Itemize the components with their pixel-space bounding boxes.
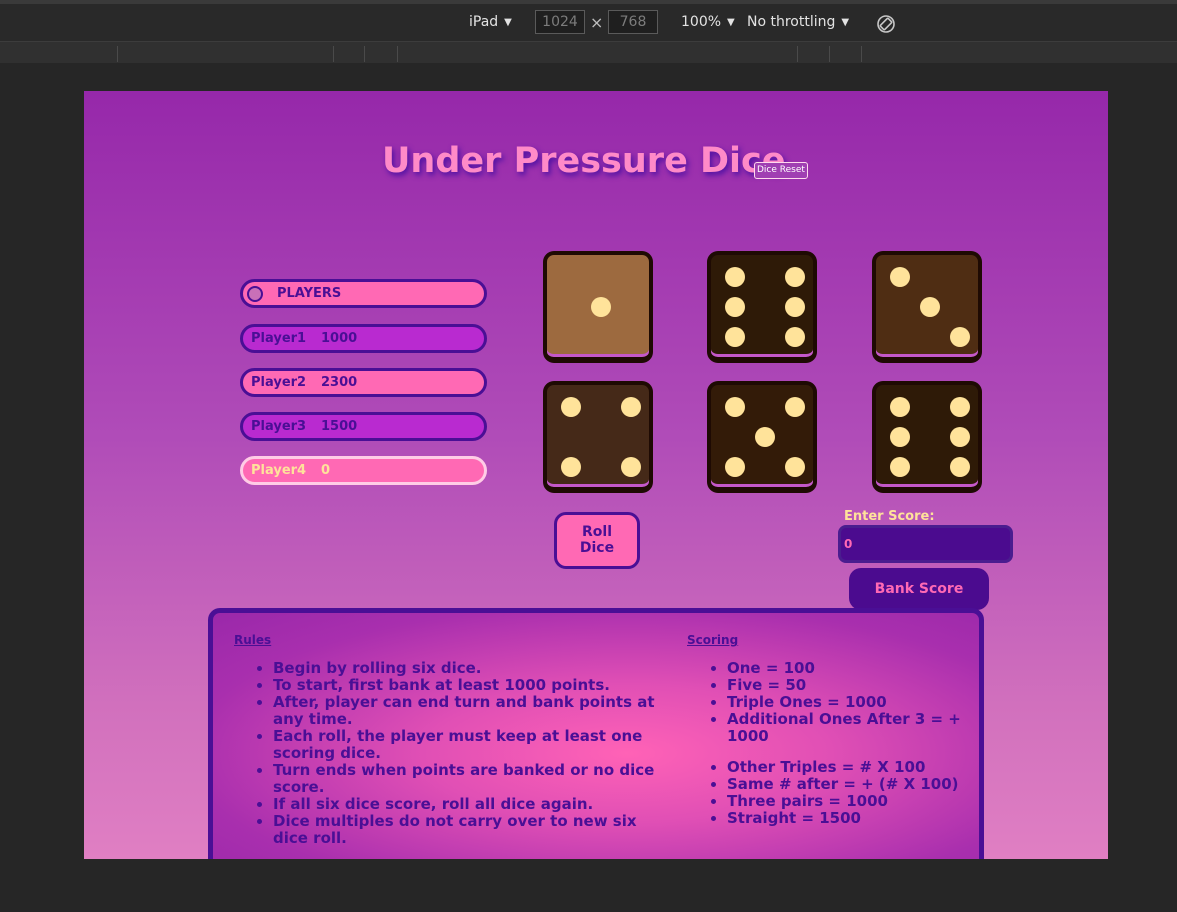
device-width-input[interactable]: 1024 (535, 10, 585, 34)
scoring-item: Straight = 1500 (727, 810, 977, 827)
players-header: PLAYERS (240, 279, 487, 308)
die-pip (725, 267, 745, 287)
scoring-item: Three pairs = 1000 (727, 793, 977, 810)
media-query-bar (0, 41, 1177, 63)
enter-score-label: Enter Score: (844, 509, 935, 524)
dice-reset-button[interactable]: Dice Reset (754, 162, 808, 179)
player-row[interactable]: Player2 2300 (240, 368, 487, 397)
scoring-item: Five = 50 (727, 677, 977, 694)
ruler-tick (797, 46, 798, 62)
die-pip (950, 457, 970, 477)
rotate-icon[interactable] (876, 14, 896, 34)
scoring-list: One = 100 Five = 50 Triple Ones = 1000 A… (707, 660, 977, 827)
die-pip (621, 457, 641, 477)
die-pip (920, 297, 940, 317)
chevron-down-icon: ▼ (727, 16, 735, 28)
die-pip (890, 267, 910, 287)
die-pip (755, 427, 775, 447)
rule-item: If all six dice score, roll all dice aga… (273, 796, 668, 813)
zoom-select-label: 100% (681, 14, 722, 30)
die-pip (591, 297, 611, 317)
chevron-down-icon: ▼ (841, 16, 850, 28)
chevron-down-icon: ▼ (504, 16, 512, 28)
die-pip (785, 397, 805, 417)
roll-button-line: Dice (579, 540, 615, 556)
dimension-separator: × (590, 13, 604, 32)
player-name: Player1 (251, 331, 307, 346)
rule-item: After, player can end turn and bank poin… (273, 694, 668, 728)
scoring-item: Additional Ones After 3 = + 1000 (727, 711, 977, 745)
die-pip (950, 327, 970, 347)
player-score: 0 (321, 463, 331, 478)
scoring-item: Same # after = + (# X 100) (727, 776, 977, 793)
die[interactable] (872, 381, 982, 493)
scoring-item: One = 100 (727, 660, 977, 677)
rules-list: Begin by rolling six dice. To start, fir… (253, 660, 668, 847)
bank-score-button[interactable]: Bank Score (849, 568, 989, 610)
rule-item: Turn ends when points are banked or no d… (273, 762, 668, 796)
die-pip (561, 457, 581, 477)
die[interactable] (707, 381, 817, 493)
player-name: Player3 (251, 419, 307, 434)
scoring-item: Other Triples = # X 100 (727, 759, 977, 776)
die-pip (561, 397, 581, 417)
radio-icon[interactable] (247, 285, 263, 302)
device-select[interactable]: iPad ▼ (469, 14, 512, 30)
die-pip (725, 297, 745, 317)
device-viewport: Under Pressure Dice Dice Reset PLAYERS P… (84, 91, 1108, 859)
die[interactable] (543, 381, 653, 493)
ruler-tick (861, 46, 862, 62)
device-select-label: iPad (469, 14, 499, 30)
device-toolbar: iPad ▼ 1024 × 768 100% ▼ No throttling ▼ (0, 0, 1177, 41)
player-name: Player4 (251, 463, 307, 478)
die-pip (725, 397, 745, 417)
player-row[interactable]: Player1 1000 (240, 324, 487, 353)
die-pip (890, 397, 910, 417)
player-row-active[interactable]: Player4 0 (240, 456, 487, 485)
scoring-item: Triple Ones = 1000 (727, 694, 977, 711)
scoring-heading: Scoring (687, 633, 739, 647)
ruler-tick (829, 46, 830, 62)
device-height-input[interactable]: 768 (608, 10, 658, 34)
die-pip (785, 267, 805, 287)
die-pip (950, 427, 970, 447)
rule-item: Begin by rolling six dice. (273, 660, 668, 677)
rule-item: To start, first bank at least 1000 point… (273, 677, 668, 694)
die-pip (621, 397, 641, 417)
die-pip (890, 427, 910, 447)
die-pip (785, 327, 805, 347)
rule-item: Dice multiples do not carry over to new … (273, 813, 668, 847)
page-title: Under Pressure Dice (382, 141, 786, 181)
player-score: 2300 (321, 375, 358, 390)
die[interactable] (707, 251, 817, 363)
player-score: 1500 (321, 419, 358, 434)
die-pip (725, 457, 745, 477)
player-row[interactable]: Player3 1500 (240, 412, 487, 441)
die-pip (950, 397, 970, 417)
players-header-label: PLAYERS (277, 286, 342, 301)
ruler-tick (397, 46, 398, 62)
player-score: 1000 (321, 331, 358, 346)
die[interactable] (543, 251, 653, 363)
ruler-tick (364, 46, 365, 62)
zoom-select[interactable]: 100% ▼ (681, 14, 735, 30)
roll-dice-button[interactable]: Roll Dice (554, 512, 640, 569)
throttling-select[interactable]: No throttling ▼ (747, 14, 849, 30)
rules-panel: Rules Begin by rolling six dice. To star… (208, 608, 984, 859)
die[interactable] (872, 251, 982, 363)
throttling-select-label: No throttling (747, 14, 836, 30)
rules-heading: Rules (234, 633, 272, 647)
die-pip (725, 327, 745, 347)
ruler-tick (117, 46, 118, 62)
rule-item: Each roll, the player must keep at least… (273, 728, 668, 762)
die-pip (890, 457, 910, 477)
score-input[interactable]: 0 (838, 525, 1013, 563)
player-name: Player2 (251, 375, 307, 390)
roll-button-line: Roll (582, 524, 612, 540)
die-pip (785, 457, 805, 477)
die-pip (785, 297, 805, 317)
ruler-tick (333, 46, 334, 62)
